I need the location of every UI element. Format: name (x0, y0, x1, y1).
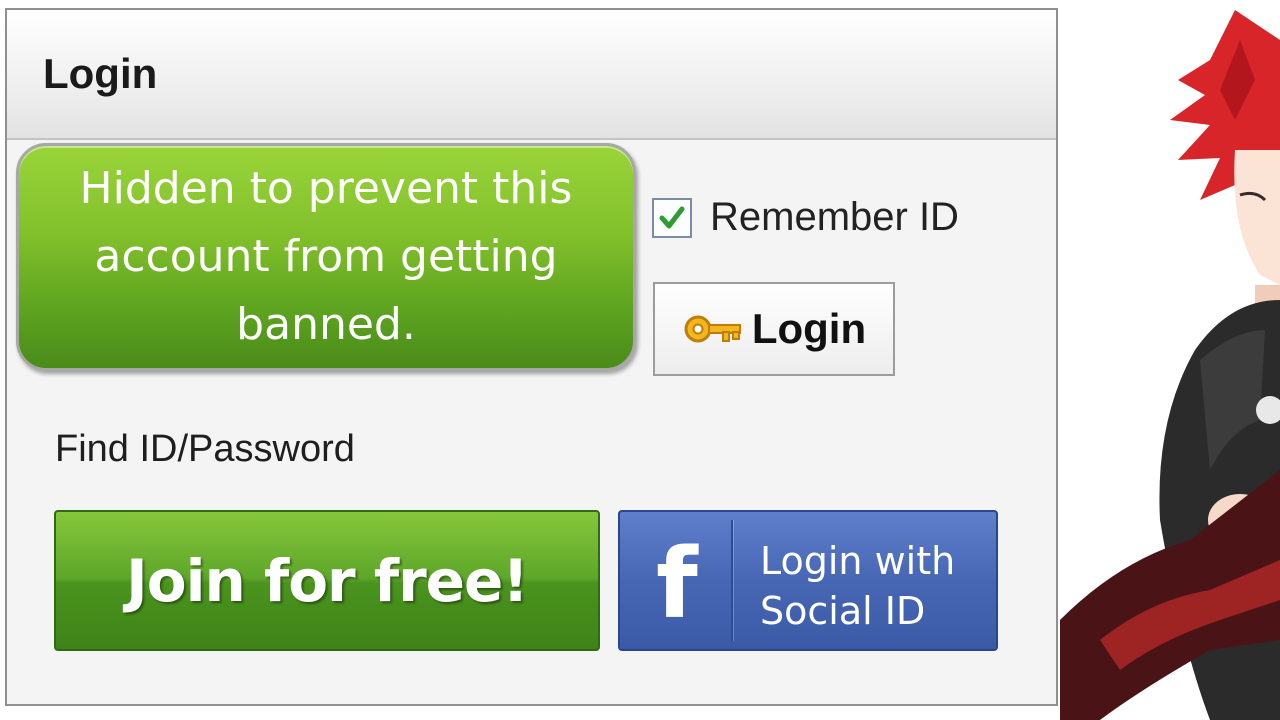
facebook-icon: f (656, 528, 698, 640)
panel-title: Login (43, 50, 158, 97)
join-button-label: Join for free! (126, 546, 529, 615)
social-login-button[interactable]: f Login with Social ID (618, 510, 998, 651)
remember-id-checkbox[interactable] (652, 197, 692, 238)
checkmark-icon (659, 206, 685, 228)
find-id-password-link[interactable]: Find ID/Password (55, 428, 355, 471)
login-button-label: Login (751, 305, 867, 352)
remember-id-label: Remember ID (710, 195, 959, 239)
character-illustration (1060, 10, 1280, 720)
join-for-free-button[interactable]: Join for free! (54, 510, 600, 651)
notice-text: Hidden to prevent this account from gett… (79, 163, 573, 350)
social-login-label: Login with Social ID (760, 536, 990, 636)
key-icon (684, 315, 741, 343)
hidden-credentials-notice: Hidden to prevent this account from gett… (16, 143, 636, 371)
login-button[interactable]: Login (653, 282, 895, 376)
social-login-label-line1: Login with (760, 539, 956, 583)
panel-header: Login (7, 10, 1056, 140)
social-button-divider (731, 520, 733, 641)
social-login-label-line2: Social ID (760, 589, 926, 633)
remember-id-option[interactable]: Remember ID (652, 195, 959, 240)
